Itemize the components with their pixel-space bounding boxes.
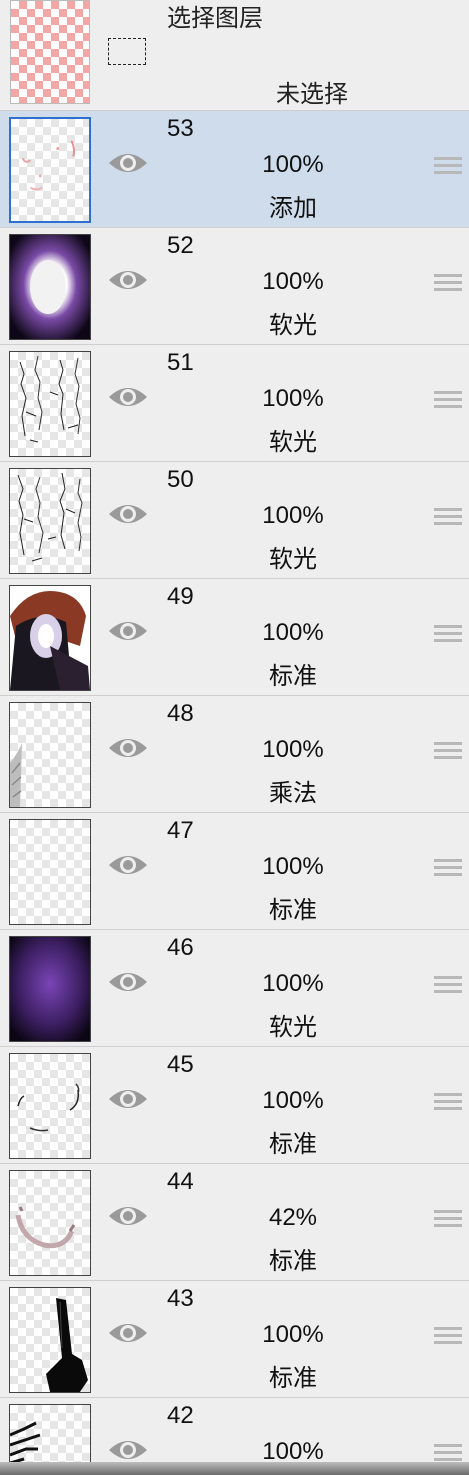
layer-opacity: 100% xyxy=(262,853,324,880)
layer-number: 52 xyxy=(167,232,194,259)
scroll-edge-shadow xyxy=(0,1462,469,1475)
layer-blend-mode: 软光 xyxy=(269,312,317,339)
layer-row-49[interactable]: 49 100% 标准 xyxy=(0,579,469,696)
layer-blend-mode: 添加 xyxy=(269,195,317,222)
visibility-eye-icon[interactable] xyxy=(107,1319,149,1347)
layer-number: 42 xyxy=(167,1402,194,1429)
drag-handle-icon[interactable] xyxy=(434,1327,462,1345)
visibility-eye-icon[interactable] xyxy=(107,149,149,177)
selection-layer-title: 选择图层 xyxy=(167,5,263,32)
layer-row-47[interactable]: 47 100% 标准 xyxy=(0,813,469,930)
layer-thumbnail xyxy=(9,936,91,1042)
layer-row-52[interactable]: 52 100% 软光 xyxy=(0,228,469,345)
layer-number: 49 xyxy=(167,583,194,610)
layer-number: 46 xyxy=(167,934,194,961)
drag-handle-icon[interactable] xyxy=(434,508,462,526)
layer-blend-mode: 标准 xyxy=(269,1248,317,1275)
visibility-eye-icon[interactable] xyxy=(107,383,149,411)
drag-handle-icon[interactable] xyxy=(434,1093,462,1111)
layer-opacity: 100% xyxy=(262,736,324,763)
visibility-eye-icon[interactable] xyxy=(107,734,149,762)
selection-layer-row[interactable]: 选择图层 未选择 xyxy=(0,0,469,111)
layer-thumbnail xyxy=(9,585,91,691)
visibility-eye-icon[interactable] xyxy=(107,1202,149,1230)
layer-opacity: 100% xyxy=(262,1087,324,1114)
layer-number: 44 xyxy=(167,1168,194,1195)
layer-row-45[interactable]: 45 100% 标准 xyxy=(0,1047,469,1164)
drag-handle-icon[interactable] xyxy=(434,976,462,994)
visibility-eye-icon[interactable] xyxy=(107,851,149,879)
layer-thumbnail xyxy=(9,1053,91,1159)
drag-handle-icon[interactable] xyxy=(434,1444,462,1462)
layer-opacity: 100% xyxy=(262,151,324,178)
layer-opacity: 100% xyxy=(262,268,324,295)
layer-thumbnail xyxy=(9,1170,91,1276)
layer-row-44[interactable]: 44 42% 标准 xyxy=(0,1164,469,1281)
layer-opacity: 100% xyxy=(262,619,324,646)
layer-row-46[interactable]: 46 100% 软光 xyxy=(0,930,469,1047)
visibility-eye-icon[interactable] xyxy=(107,968,149,996)
layer-opacity: 100% xyxy=(262,385,324,412)
selection-status: 未选择 xyxy=(276,81,348,108)
layer-row-48[interactable]: 48 100% 乘法 xyxy=(0,696,469,813)
layer-blend-mode: 软光 xyxy=(269,546,317,573)
layer-opacity: 42% xyxy=(268,1204,318,1231)
layer-number: 45 xyxy=(167,1051,194,1078)
drag-handle-icon[interactable] xyxy=(434,742,462,760)
layer-panel: 选择图层 未选择 53 100% 添加 52 100% 软光 51 100% 软… xyxy=(0,0,469,1475)
visibility-eye-icon[interactable] xyxy=(107,1436,149,1464)
drag-handle-icon[interactable] xyxy=(434,859,462,877)
layer-row-43[interactable]: 43 100% 标准 xyxy=(0,1281,469,1398)
layer-blend-mode: 标准 xyxy=(269,1365,317,1392)
layer-number: 43 xyxy=(167,1285,194,1312)
layer-thumbnail xyxy=(9,351,91,457)
layer-thumbnail xyxy=(9,468,91,574)
layer-blend-mode: 标准 xyxy=(269,1131,317,1158)
drag-handle-icon[interactable] xyxy=(434,1210,462,1228)
selection-marquee-icon xyxy=(108,38,146,65)
drag-handle-icon[interactable] xyxy=(434,157,462,175)
layer-number: 47 xyxy=(167,817,194,844)
drag-handle-icon[interactable] xyxy=(434,391,462,409)
visibility-eye-icon[interactable] xyxy=(107,617,149,645)
selection-layer-thumbnail xyxy=(10,0,90,104)
visibility-eye-icon[interactable] xyxy=(107,1085,149,1113)
layer-opacity: 100% xyxy=(262,1321,324,1348)
layer-thumbnail xyxy=(9,819,91,925)
layer-thumbnail xyxy=(9,234,91,340)
visibility-eye-icon[interactable] xyxy=(107,500,149,528)
drag-handle-icon[interactable] xyxy=(434,274,462,292)
layer-number: 48 xyxy=(167,700,194,727)
layer-row-51[interactable]: 51 100% 软光 xyxy=(0,345,469,462)
layer-blend-mode: 标准 xyxy=(269,897,317,924)
layer-number: 51 xyxy=(167,349,194,376)
layer-thumbnail xyxy=(9,117,91,223)
layer-opacity: 100% xyxy=(262,970,324,997)
layer-blend-mode: 软光 xyxy=(269,1014,317,1041)
layer-thumbnail xyxy=(9,1287,91,1393)
layer-blend-mode: 软光 xyxy=(269,429,317,456)
layer-blend-mode: 乘法 xyxy=(269,780,317,807)
layer-row-53[interactable]: 53 100% 添加 xyxy=(0,111,469,228)
layer-blend-mode: 标准 xyxy=(269,663,317,690)
visibility-eye-icon[interactable] xyxy=(107,266,149,294)
layer-number: 50 xyxy=(167,466,194,493)
layer-opacity: 100% xyxy=(262,502,324,529)
drag-handle-icon[interactable] xyxy=(434,625,462,643)
layer-row-50[interactable]: 50 100% 软光 xyxy=(0,462,469,579)
layer-thumbnail xyxy=(9,702,91,808)
layer-number: 53 xyxy=(167,115,194,142)
